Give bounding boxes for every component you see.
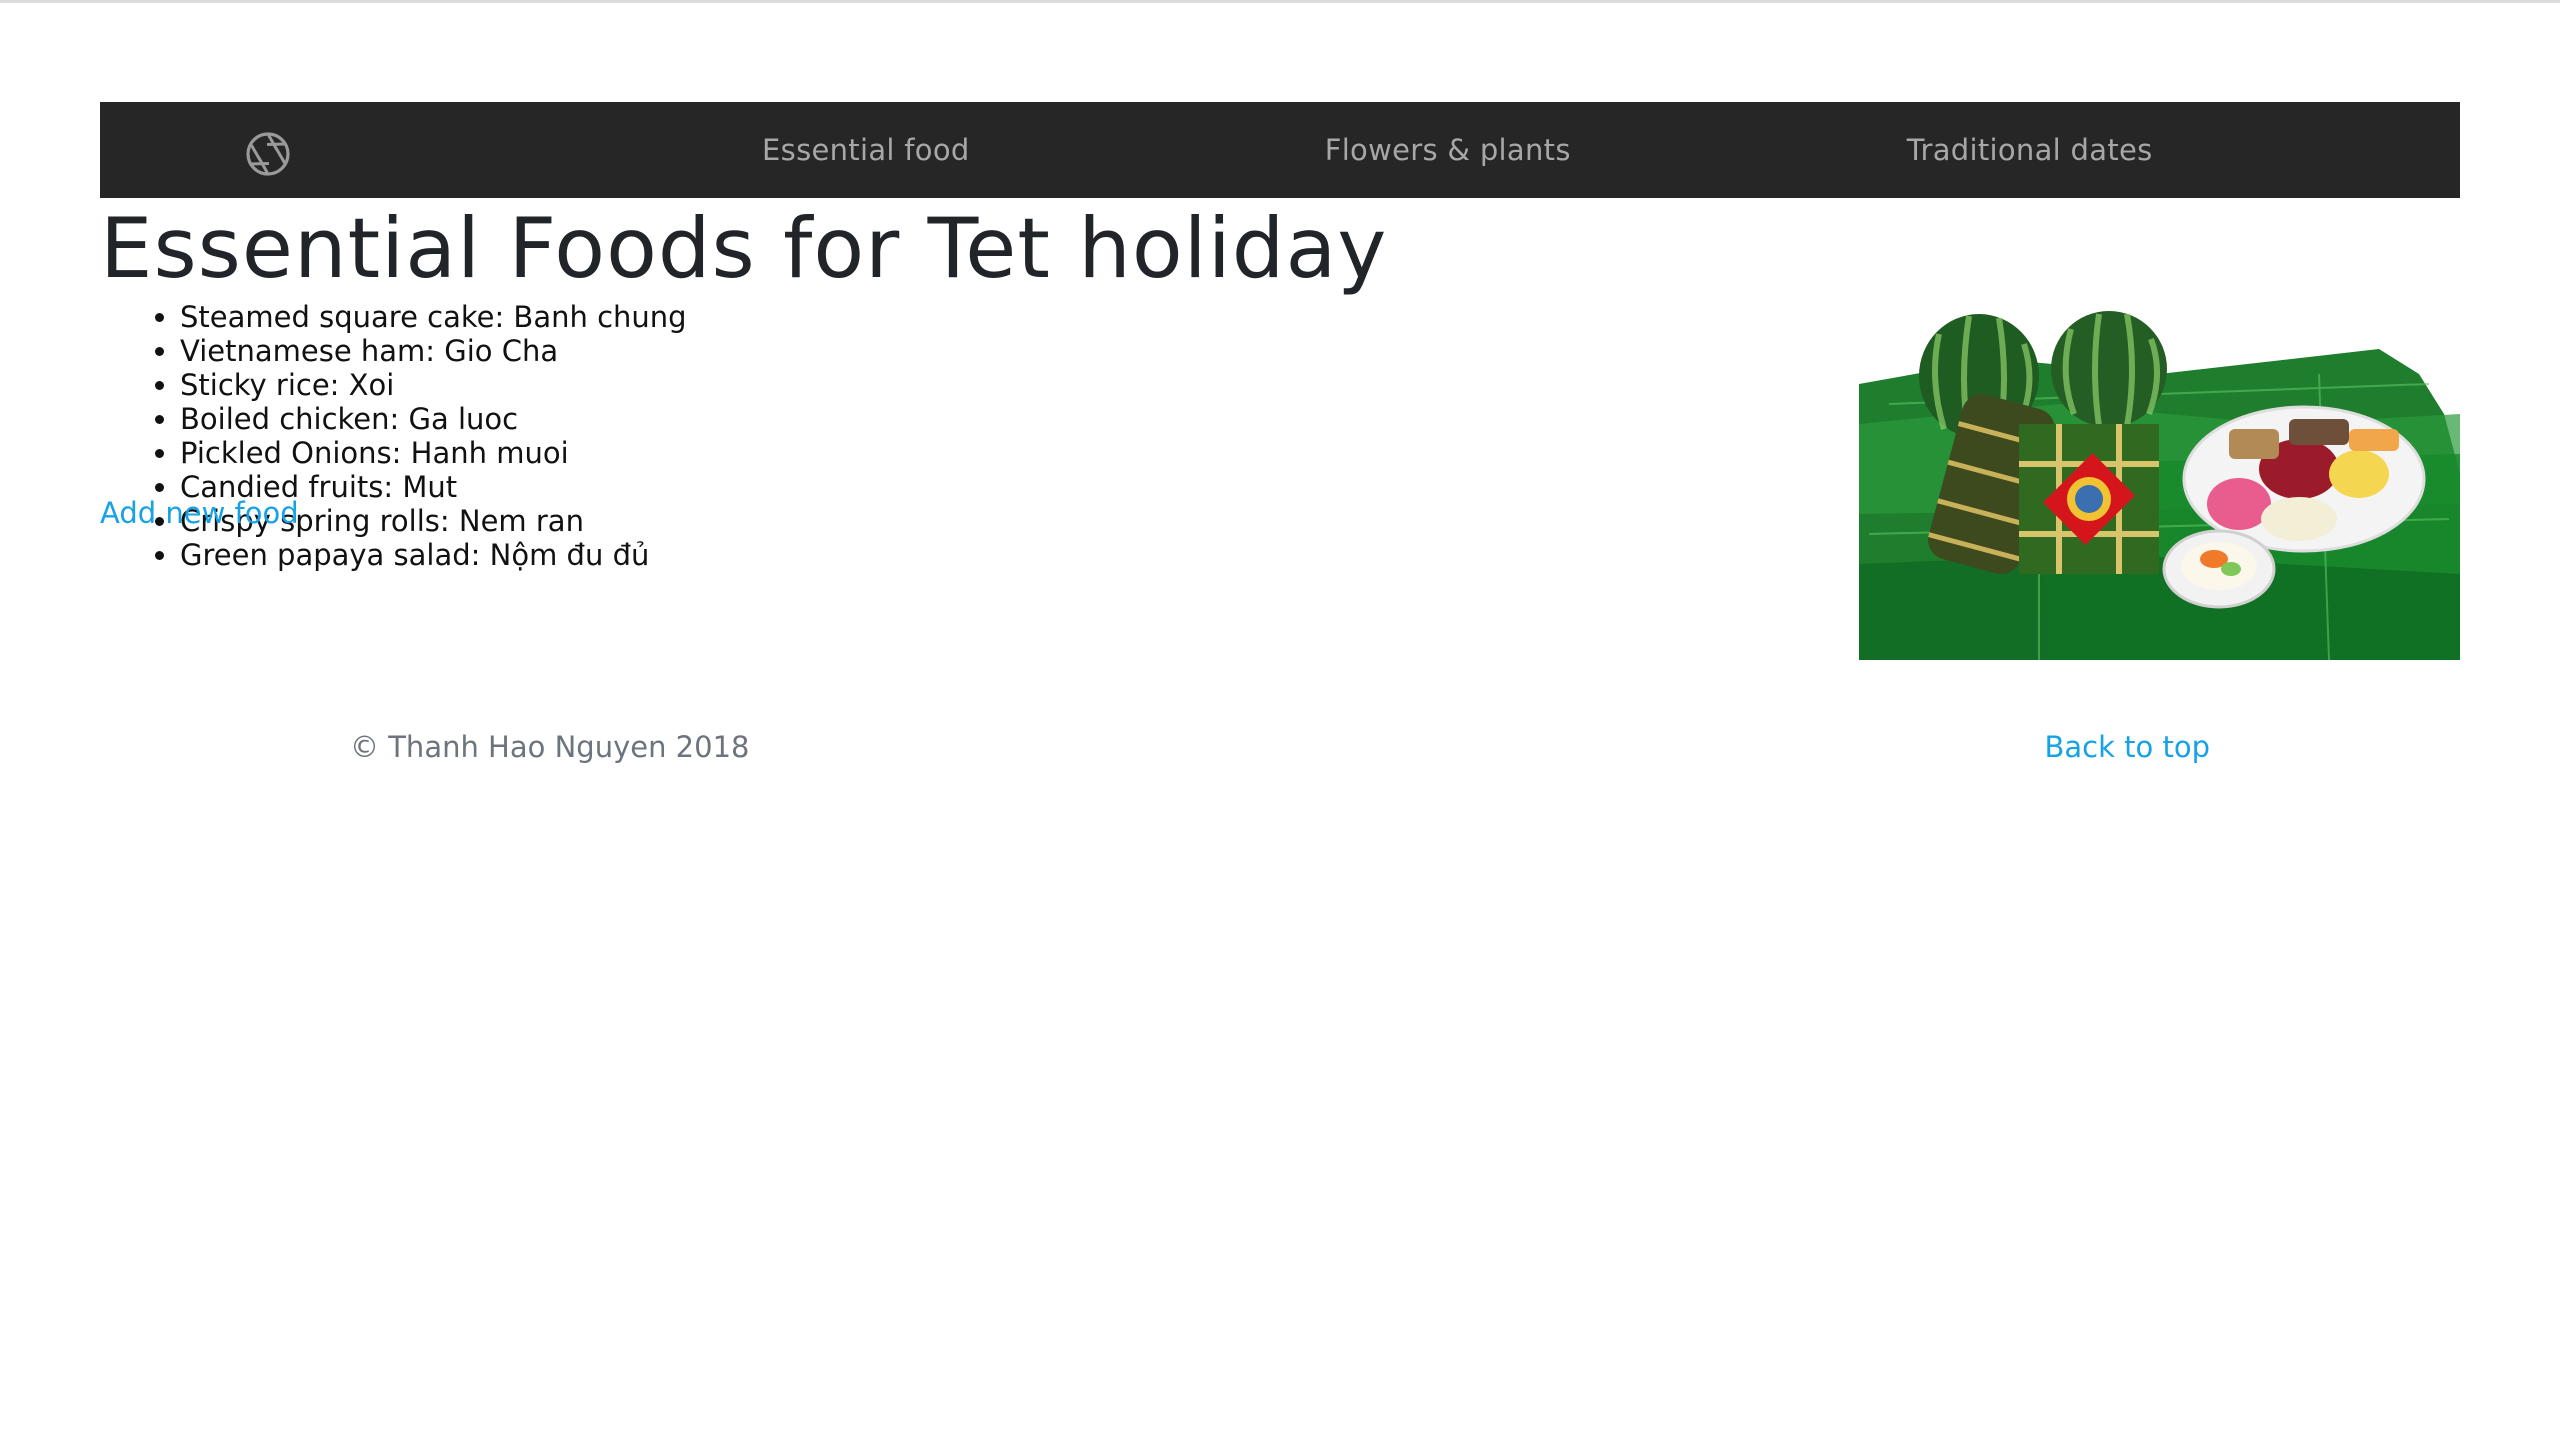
list-item: Steamed square cake: Banh chung xyxy=(180,300,687,334)
back-to-top-link[interactable]: Back to top xyxy=(2045,730,2210,764)
list-item: Vietnamese ham: Gio Cha xyxy=(180,334,687,368)
food-list: Steamed square cake: Banh chung Vietname… xyxy=(100,300,687,572)
list-item: Boiled chicken: Ga luoc xyxy=(180,402,687,436)
list-item: Sticky rice: Xoi xyxy=(180,368,687,402)
nav-flowers-plants[interactable]: Flowers & plants xyxy=(1296,102,1599,198)
main-content: Essential Foods for Tet holiday Steamed … xyxy=(100,198,2460,758)
page-container: Essential food Flowers & plants Traditio… xyxy=(100,102,2460,764)
copyright-text: © Thanh Hao Nguyen 2018 xyxy=(350,730,750,764)
add-new-food-link[interactable]: Add new food xyxy=(100,496,299,530)
nav-traditional-dates[interactable]: Traditional dates xyxy=(1599,102,2460,198)
top-border xyxy=(0,0,2560,3)
list-item: Pickled Onions: Hanh muoi xyxy=(180,436,687,470)
camera-aperture-icon xyxy=(246,132,290,176)
tet-food-image xyxy=(1859,304,2460,660)
page-title: Essential Foods for Tet holiday xyxy=(100,200,1388,297)
navbar-brand[interactable] xyxy=(100,102,435,198)
navbar: Essential food Flowers & plants Traditio… xyxy=(100,102,2460,198)
footer: © Thanh Hao Nguyen 2018 Back to top xyxy=(100,730,2460,830)
nav-essential-food[interactable]: Essential food xyxy=(435,102,1296,198)
list-item: Green papaya salad: Nộm đu đủ xyxy=(180,538,687,572)
